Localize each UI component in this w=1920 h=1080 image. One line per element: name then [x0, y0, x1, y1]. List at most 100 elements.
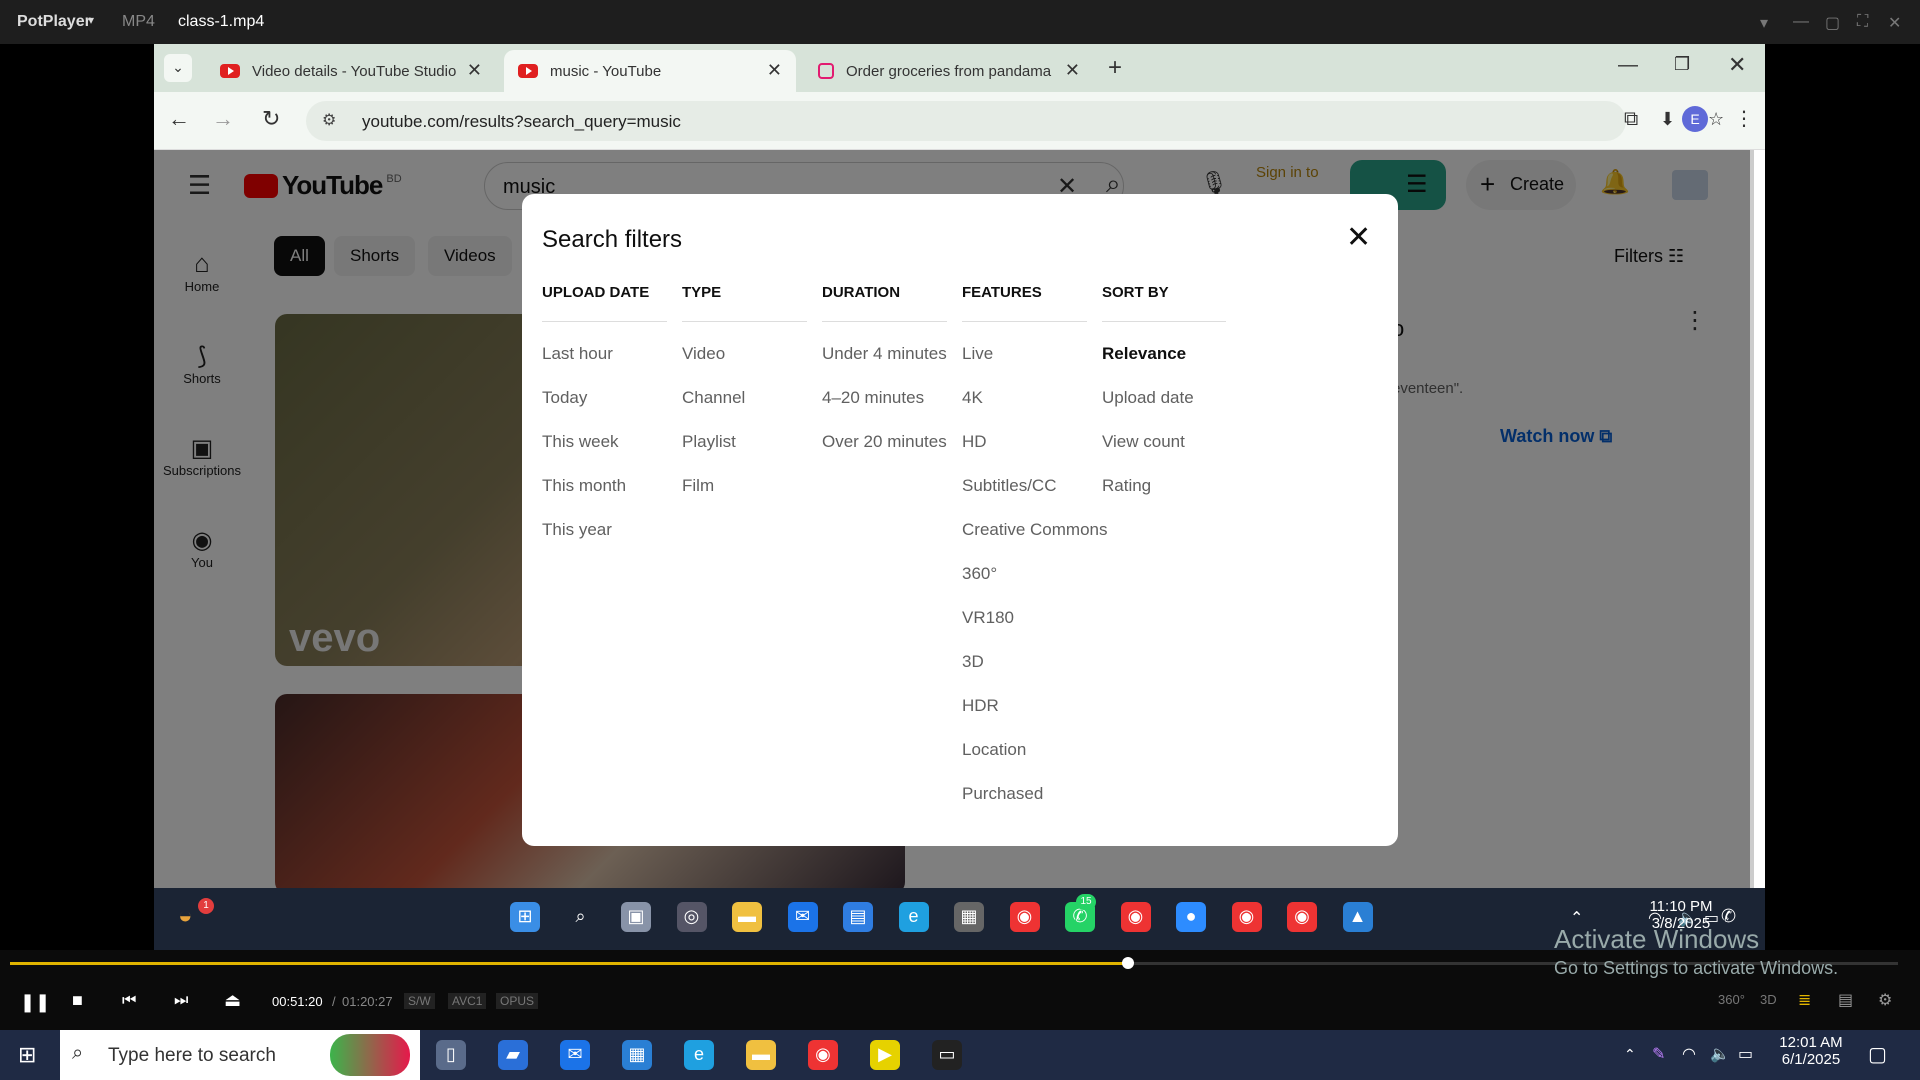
- filter-option[interactable]: Under 4 minutes: [822, 344, 947, 364]
- bookmark-star-icon[interactable]: ☆: [1708, 109, 1724, 130]
- windows-start-icon[interactable]: ⊞: [510, 902, 540, 932]
- filter-option[interactable]: Channel: [682, 388, 745, 408]
- site-info-icon[interactable]: ⚙: [322, 110, 336, 130]
- close-tab-icon[interactable]: ✕: [767, 60, 782, 81]
- obs-icon[interactable]: ◎: [676, 902, 707, 932]
- mail-icon[interactable]: ✉: [560, 1040, 590, 1070]
- window-restore-icon[interactable]: ❐: [1674, 54, 1690, 75]
- settings-gear-icon[interactable]: ⚙: [1878, 990, 1892, 1010]
- zoom-icon[interactable]: ●: [1176, 902, 1206, 932]
- chrome-icon[interactable]: ◉: [808, 1040, 838, 1070]
- chrome-icon[interactable]: ◉: [1231, 902, 1262, 932]
- stop-icon[interactable]: ■: [72, 990, 83, 1011]
- close-icon[interactable]: ✕: [1888, 13, 1901, 33]
- filter-option[interactable]: Today: [542, 388, 587, 408]
- pause-icon[interactable]: ❚❚: [20, 992, 50, 1013]
- menu-kebab-icon[interactable]: ⋮: [1734, 106, 1754, 131]
- maximize-icon[interactable]: ▢: [1825, 13, 1840, 33]
- tab-pandamart[interactable]: Order groceries from pandama ✕: [804, 50, 1094, 92]
- tab-search-icon[interactable]: ⌄: [164, 54, 192, 82]
- filter-option[interactable]: This year: [542, 520, 612, 540]
- notepad-icon[interactable]: ▤: [843, 902, 873, 932]
- filter-option[interactable]: View count: [1102, 432, 1185, 452]
- filter-option[interactable]: 4K: [962, 388, 983, 408]
- extensions-icon[interactable]: ⧉: [1624, 108, 1638, 131]
- edge-icon[interactable]: e: [684, 1040, 714, 1070]
- system-clock[interactable]: 12:01 AM 6/1/2025: [1766, 1034, 1856, 1068]
- window-minimize-icon[interactable]: —: [1618, 54, 1638, 77]
- photos-icon[interactable]: ▲: [1342, 902, 1373, 932]
- network-icon[interactable]: ◠: [1682, 1044, 1696, 1064]
- filter-option[interactable]: Relevance: [1102, 344, 1186, 364]
- filter-option[interactable]: Playlist: [682, 432, 736, 452]
- filter-option[interactable]: Last hour: [542, 344, 613, 364]
- reload-icon[interactable]: ↻: [262, 106, 280, 132]
- meet-icon[interactable]: ▭: [1738, 1044, 1753, 1064]
- audio-codec-tag[interactable]: OPUS: [496, 993, 539, 1009]
- store-icon[interactable]: ▦: [622, 1040, 652, 1070]
- file-explorer-icon[interactable]: ▬: [732, 902, 762, 932]
- pin-icon[interactable]: ▾: [1760, 13, 1768, 33]
- fullscreen-icon[interactable]: ⛶: [1857, 13, 1868, 31]
- eject-icon[interactable]: ⏏: [224, 990, 241, 1011]
- tab-music-youtube[interactable]: music - YouTube ✕: [504, 50, 796, 92]
- speaker-icon[interactable]: 🔈: [1710, 1044, 1730, 1064]
- minimize-icon[interactable]: —: [1793, 13, 1809, 31]
- explorer-icon[interactable]: ▬: [746, 1040, 776, 1070]
- tab-youtube-studio[interactable]: Video details - YouTube Studio ✕: [206, 50, 496, 92]
- back-icon[interactable]: ←: [168, 106, 190, 132]
- outlook-icon[interactable]: ✉: [787, 902, 818, 932]
- filter-option[interactable]: Rating: [1102, 476, 1151, 496]
- filter-option[interactable]: Film: [682, 476, 714, 496]
- filter-option[interactable]: Subtitles/CC: [962, 476, 1056, 496]
- close-dialog-icon[interactable]: ✕: [1346, 220, 1371, 255]
- filter-option[interactable]: HD: [962, 432, 987, 452]
- decoder-tag[interactable]: S/W: [404, 993, 435, 1009]
- filter-option[interactable]: Purchased: [962, 784, 1043, 804]
- windows-start-icon[interactable]: ⊞: [18, 1042, 36, 1068]
- new-tab-icon[interactable]: +: [1108, 54, 1122, 82]
- remote-icon[interactable]: ▰: [498, 1040, 528, 1070]
- task-view-icon[interactable]: ▣: [621, 902, 651, 932]
- taskbar-search-box[interactable]: ⌕ Type here to search: [60, 1030, 420, 1080]
- calculator-icon[interactable]: ▦: [954, 902, 984, 932]
- potplayer-icon[interactable]: ▶: [870, 1040, 900, 1070]
- next-icon[interactable]: ⏭: [174, 992, 188, 1010]
- chrome-icon[interactable]: ◉: [1120, 902, 1151, 932]
- chapter-icon[interactable]: ▤: [1838, 990, 1853, 1010]
- close-tab-icon[interactable]: ✕: [467, 60, 482, 81]
- address-bar[interactable]: ⚙ youtube.com/results?search_query=music…: [306, 101, 1724, 141]
- scrollbar[interactable]: [1750, 150, 1754, 888]
- previous-icon[interactable]: ⏮: [122, 992, 136, 1010]
- pen-icon[interactable]: ✎: [1652, 1044, 1665, 1064]
- filter-option[interactable]: 3D: [962, 652, 984, 672]
- app-name[interactable]: PotPlayer: [17, 13, 91, 31]
- task-view-icon[interactable]: ▯: [436, 1040, 466, 1070]
- window-close-icon[interactable]: ✕: [1728, 52, 1746, 78]
- lunch-icon[interactable]: ◒: [178, 902, 193, 930]
- playlist-search-icon[interactable]: ≣: [1798, 990, 1811, 1010]
- filter-option[interactable]: Live: [962, 344, 993, 364]
- filter-option[interactable]: This month: [542, 476, 626, 496]
- filter-option[interactable]: Location: [962, 740, 1026, 760]
- edge-icon[interactable]: e: [898, 902, 929, 932]
- action-center-icon[interactable]: ▢: [1868, 1042, 1887, 1067]
- filter-option[interactable]: This week: [542, 432, 619, 452]
- tray-chevron-icon[interactable]: ⌃: [1624, 1046, 1636, 1063]
- install-icon[interactable]: ⬇: [1660, 109, 1675, 130]
- chrome-icon[interactable]: ◉: [1287, 902, 1317, 932]
- filter-option[interactable]: HDR: [962, 696, 999, 716]
- profile-avatar[interactable]: E: [1682, 106, 1708, 132]
- seek-handle[interactable]: [1121, 957, 1134, 969]
- filter-option[interactable]: Upload date: [1102, 388, 1194, 408]
- filter-option[interactable]: Video: [682, 344, 725, 364]
- filter-option[interactable]: VR180: [962, 608, 1014, 628]
- close-tab-icon[interactable]: ✕: [1065, 60, 1080, 81]
- search-icon[interactable]: ⌕: [566, 902, 596, 932]
- video-codec-tag[interactable]: AVC1: [448, 993, 487, 1009]
- forward-icon[interactable]: →: [212, 106, 234, 132]
- filter-option[interactable]: 360°: [962, 564, 997, 584]
- filter-option[interactable]: Creative Commons: [962, 520, 1108, 540]
- terminal-icon[interactable]: ▭: [932, 1040, 962, 1070]
- chrome-icon[interactable]: ◉: [1009, 902, 1040, 932]
